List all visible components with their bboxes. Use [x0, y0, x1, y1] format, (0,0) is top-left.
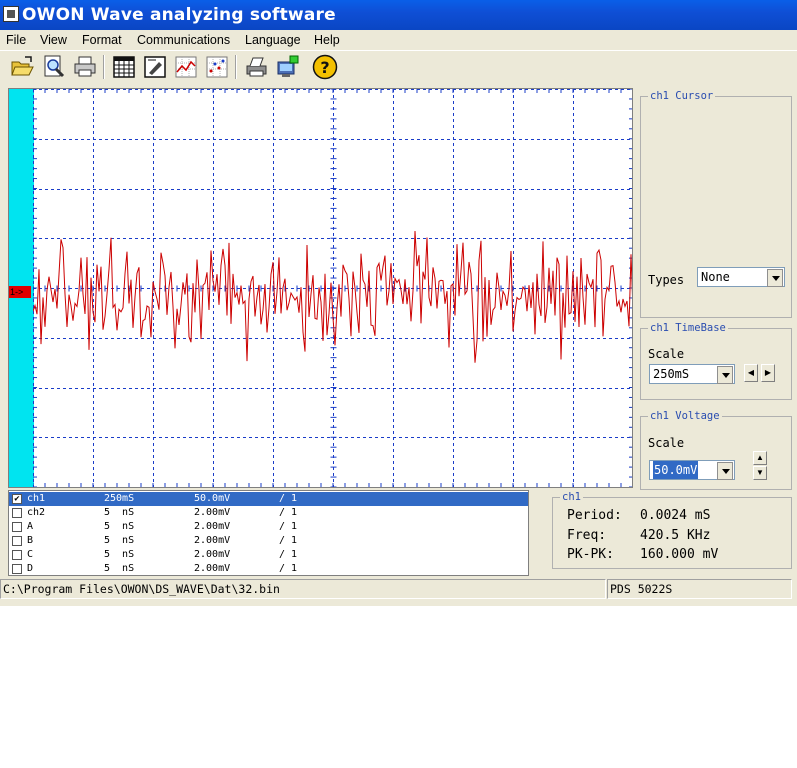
channel-row-a[interactable]: A 5 nS 2.00mV / 1 — [9, 520, 528, 534]
channel-row-ch2[interactable]: ch2 5 nS 2.00mV / 1 — [9, 506, 528, 520]
channel-row-c[interactable]: C 5 nS 2.00mV / 1 — [9, 548, 528, 562]
c-checkbox[interactable] — [12, 550, 22, 560]
chart-dots-icon[interactable] — [204, 54, 230, 80]
voltage-scale-value: 50.0mV — [653, 461, 699, 479]
timebase-scale-label: Scale — [648, 347, 685, 361]
period-value: 0.0024 mS — [640, 508, 711, 523]
application-window: OWON Wave analyzing software File View F… — [0, 0, 797, 606]
ch1-offset-marker[interactable]: 1-> — [9, 286, 31, 298]
voltage-panel-title: ch1 Voltage — [648, 409, 722, 423]
menu-language[interactable]: Language — [245, 32, 301, 48]
window-title: OWON Wave analyzing software — [22, 5, 336, 25]
app-icon — [3, 6, 19, 22]
status-file-path: C:\Program Files\OWON\DS_WAVE\Dat\32.bin — [0, 579, 606, 599]
timebase-scale-value: 250mS — [653, 367, 690, 381]
cursor-panel: ch1 Cursor Types None — [640, 89, 792, 318]
channel-ratio: / 1 — [279, 563, 298, 574]
preview-icon[interactable] — [41, 54, 67, 80]
timebase-panel: ch1 TimeBase Scale 250mS ◀ ▶ — [640, 321, 792, 400]
waveform-display[interactable]: 1-> — [8, 88, 633, 488]
voltage-scale-select[interactable]: 50.0mV — [649, 460, 735, 480]
toolbar-separator — [103, 55, 105, 79]
toolbar-separator — [235, 55, 237, 79]
timebase-left-button[interactable]: ◀ — [744, 364, 758, 382]
voltage-up-button[interactable]: ▲ — [753, 451, 767, 465]
channel-ratio: / 1 — [279, 535, 298, 546]
channel-ratio: / 1 — [279, 549, 298, 560]
cursor-types-select[interactable]: None — [697, 267, 785, 287]
channel-ratio: / 1 — [279, 521, 298, 532]
chevron-down-icon[interactable] — [717, 462, 733, 480]
voltage-panel: ch1 Voltage Scale 50.0mV ▲ ▼ — [640, 409, 792, 490]
menu-communications[interactable]: Communications — [137, 32, 230, 48]
menu-file[interactable]: File — [6, 32, 26, 48]
chart-line-icon[interactable] — [173, 54, 199, 80]
menu-bar: File View Format Communications Language… — [0, 30, 797, 50]
printer-setup-icon[interactable] — [243, 54, 269, 80]
cursor-types-value: None — [701, 270, 730, 284]
timebase-panel-title: ch1 TimeBase — [648, 321, 728, 335]
voltage-scale-label: Scale — [648, 436, 685, 450]
channel-volt: 2.00mV — [194, 521, 231, 532]
period-label: Period: — [567, 508, 622, 523]
title-bar[interactable]: OWON Wave analyzing software — [0, 0, 797, 30]
channel-volt: 2.00mV — [194, 549, 231, 560]
channel-ratio: / 1 — [279, 493, 298, 504]
freq-value: 420.5 KHz — [640, 528, 711, 543]
channel-name: A — [27, 521, 34, 532]
menu-help[interactable]: Help — [314, 32, 340, 48]
channel-time: 5 nS — [104, 549, 135, 560]
a-checkbox[interactable] — [12, 522, 22, 532]
scope-graticule — [33, 89, 632, 487]
svg-text:?: ? — [320, 58, 329, 77]
ch2-checkbox[interactable] — [12, 508, 22, 518]
help-icon[interactable]: ? — [312, 54, 338, 80]
edit-icon[interactable] — [142, 54, 168, 80]
status-device: PDS 5022S — [607, 579, 792, 599]
b-checkbox[interactable] — [12, 536, 22, 546]
channel-time: 5 nS — [104, 535, 135, 546]
channel-name: C — [27, 549, 34, 560]
chevron-down-icon[interactable] — [717, 366, 733, 384]
channel-time: 5 nS — [104, 563, 135, 574]
types-label: Types — [648, 273, 685, 287]
channel-volt: 50.0mV — [194, 493, 231, 504]
channel-name: ch2 — [27, 507, 46, 518]
menu-view[interactable]: View — [40, 32, 67, 48]
status-bar: C:\Program Files\OWON\DS_WAVE\Dat\32.bin… — [0, 578, 797, 600]
toolbar: ? — [0, 50, 797, 84]
channel-volt: 2.00mV — [194, 507, 231, 518]
pkpk-value: 160.000 mV — [640, 547, 719, 562]
measurement-panel: ch1 Period: 0.0024 mS Freq: 420.5 KHz PK… — [552, 490, 792, 569]
timebase-scale-select[interactable]: 250mS — [649, 364, 735, 384]
channel-name: ch1 — [27, 493, 46, 504]
pkpk-label: PK-PK: — [567, 547, 614, 562]
measurement-panel-title: ch1 — [560, 490, 583, 504]
channel-row-ch1[interactable]: ✔ ch1 250mS 50.0mV / 1 — [9, 492, 528, 506]
timebase-right-button[interactable]: ▶ — [761, 364, 775, 382]
channel-name: B — [27, 535, 34, 546]
channel-ratio: / 1 — [279, 507, 298, 518]
menu-format[interactable]: Format — [82, 32, 122, 48]
ch1-checkbox[interactable]: ✔ — [12, 494, 22, 504]
channel-row-b[interactable]: B 5 nS 2.00mV / 1 — [9, 534, 528, 548]
print-icon[interactable] — [72, 54, 98, 80]
cursor-panel-title: ch1 Cursor — [648, 89, 716, 103]
channel-time: 5 nS — [104, 507, 135, 518]
channel-time: 5 nS — [104, 521, 135, 532]
table-icon[interactable] — [111, 54, 137, 80]
chevron-down-icon[interactable] — [767, 269, 783, 287]
voltage-down-button[interactable]: ▼ — [753, 466, 767, 480]
channel-volt: 2.00mV — [194, 535, 231, 546]
channel-name: D — [27, 563, 34, 574]
d-checkbox[interactable] — [12, 564, 22, 574]
open-file-icon[interactable] — [9, 54, 35, 80]
channel-list: ✔ ch1 250mS 50.0mV / 1 ch2 5 nS 2.00mV /… — [8, 490, 529, 576]
freq-label: Freq: — [567, 528, 607, 543]
channel-row-d[interactable]: D 5 nS 2.00mV / 1 — [9, 562, 528, 576]
channel-volt: 2.00mV — [194, 563, 231, 574]
channel-time: 250mS — [104, 493, 135, 504]
transfer-icon[interactable] — [274, 54, 300, 80]
